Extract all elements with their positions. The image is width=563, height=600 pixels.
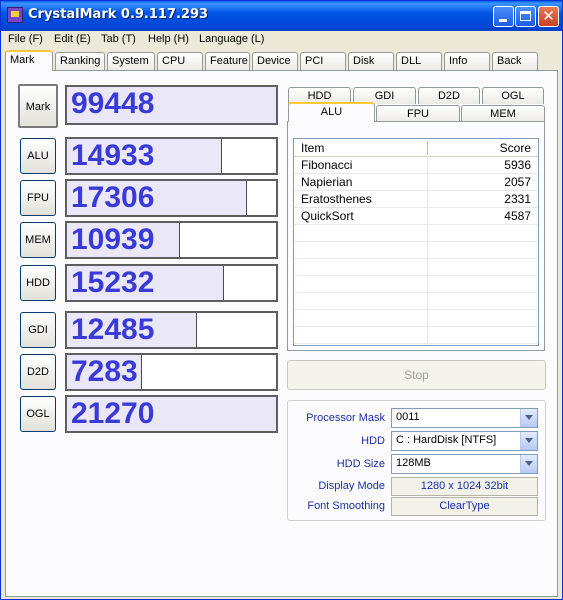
column-header-item[interactable]: Item (301, 141, 324, 155)
mem-score-value: 10939 (71, 223, 155, 256)
row-score: 5936 (504, 158, 531, 172)
tab-pci[interactable]: PCI (300, 52, 346, 70)
maximize-button[interactable] (515, 6, 536, 27)
empty-row (294, 276, 538, 293)
subtab-d2d[interactable]: D2D (418, 87, 480, 104)
hdd-score-value: 15232 (71, 266, 155, 299)
hdd-size-label: HDD Size (336, 458, 385, 470)
hdd-score-box: 15232 (65, 264, 278, 302)
row-score: 4587 (504, 209, 531, 223)
row-item: QuickSort (301, 209, 354, 223)
dropdown-arrow-icon[interactable] (520, 432, 537, 450)
alu-score-box: 14933 (65, 137, 278, 175)
tab-cpu[interactable]: CPU (157, 52, 203, 70)
menu-help[interactable]: Help (H) (148, 33, 189, 45)
subtab-alu[interactable]: ALU (288, 102, 375, 122)
tab-dll[interactable]: DLL (396, 52, 442, 70)
tab-system[interactable]: System (107, 52, 155, 70)
row-score: 2057 (504, 175, 531, 189)
minimize-icon (499, 19, 507, 22)
tab-disk[interactable]: Disk (348, 52, 394, 70)
list-row[interactable]: Eratosthenes 2331 (294, 191, 538, 208)
gdi-score-value: 12485 (71, 313, 155, 346)
ogl-button[interactable]: OGL (20, 396, 56, 432)
font-smoothing-label: Font Smoothing (307, 500, 385, 512)
minimize-button[interactable] (493, 6, 514, 27)
ogl-score-value: 21270 (71, 397, 155, 430)
empty-row (294, 293, 538, 310)
hdd-label: HDD (361, 435, 385, 447)
tab-feature[interactable]: Feature (205, 52, 250, 70)
subtab-ogl[interactable]: OGL (482, 87, 544, 104)
menu-language[interactable]: Language (L) (199, 33, 264, 45)
menu-file[interactable]: File (F) (8, 33, 43, 45)
main-tab-strip: Mark Ranking System CPU Feature Device P… (3, 50, 562, 71)
ogl-score-box: 21270 (65, 395, 278, 433)
column-divider[interactable] (427, 141, 428, 155)
menu-tab[interactable]: Tab (T) (101, 33, 136, 45)
d2d-button[interactable]: D2D (20, 354, 56, 390)
display-mode-value: 1280 x 1024 32bit (391, 477, 538, 496)
maximize-icon (520, 11, 531, 21)
empty-row (294, 225, 538, 242)
row-score: 2331 (504, 192, 531, 206)
mark-score-value: 99448 (71, 87, 155, 120)
display-mode-label: Display Mode (318, 480, 385, 492)
gdi-score-box: 12485 (65, 311, 278, 349)
processor-mask-select[interactable]: 0011 (391, 408, 538, 428)
fpu-score-box: 17306 (65, 179, 278, 217)
list-header: Item Score (294, 139, 538, 157)
menu-bar: File (F) Edit (E) Tab (T) Help (H) Langu… (1, 31, 562, 49)
hdd-value: C : HardDisk [NTFS] (396, 434, 497, 446)
hdd-size-value: 128MB (396, 457, 431, 469)
fpu-button[interactable]: FPU (20, 180, 56, 216)
tab-back[interactable]: Back (492, 52, 538, 70)
alu-score-value: 14933 (71, 139, 155, 172)
tab-mark[interactable]: Mark (5, 50, 53, 71)
row-item: Fibonacci (301, 158, 353, 172)
empty-row (294, 327, 538, 344)
mem-button[interactable]: MEM (20, 222, 56, 258)
mark-score-box: 99448 (65, 85, 278, 125)
tab-ranking[interactable]: Ranking (55, 52, 105, 70)
title-bar[interactable]: CrystalMark 0.9.117.293 ✕ (1, 1, 562, 31)
list-row[interactable]: Fibonacci 5936 (294, 157, 538, 174)
results-list[interactable]: Item Score Fibonacci 5936 Napierian 2057… (293, 138, 539, 346)
subtab-mem[interactable]: MEM (461, 105, 545, 122)
close-button[interactable]: ✕ (538, 6, 559, 27)
list-row[interactable]: QuickSort 4587 (294, 208, 538, 225)
empty-row (294, 259, 538, 276)
stop-button[interactable]: Stop (287, 360, 546, 390)
hdd-select[interactable]: C : HardDisk [NTFS] (391, 431, 538, 451)
column-header-score[interactable]: Score (500, 141, 531, 155)
window-title: CrystalMark 0.9.117.293 (28, 7, 209, 22)
row-item: Eratosthenes (301, 192, 372, 206)
crystalmark-app-icon[interactable] (7, 7, 23, 23)
app-window: CrystalMark 0.9.117.293 ✕ File (F) Edit … (0, 0, 563, 600)
close-icon: ✕ (542, 7, 555, 25)
mem-score-box: 10939 (65, 221, 278, 259)
gdi-button[interactable]: GDI (20, 312, 56, 348)
hdd-button[interactable]: HDD (20, 265, 56, 301)
d2d-score-value: 7283 (71, 355, 138, 388)
d2d-score-box: 7283 (65, 353, 278, 391)
dropdown-arrow-icon[interactable] (520, 455, 537, 473)
menu-edit[interactable]: Edit (E) (54, 33, 91, 45)
mark-button[interactable]: Mark (18, 84, 58, 128)
font-smoothing-value: ClearType (391, 497, 538, 516)
list-row[interactable]: Napierian 2057 (294, 174, 538, 191)
dropdown-arrow-icon[interactable] (520, 409, 537, 427)
fpu-score-value: 17306 (71, 181, 155, 214)
empty-row (294, 310, 538, 327)
tab-device[interactable]: Device (252, 52, 298, 70)
row-item: Napierian (301, 175, 353, 189)
processor-mask-value: 0011 (396, 411, 420, 423)
empty-row (294, 242, 538, 259)
hdd-size-select[interactable]: 128MB (391, 454, 538, 474)
tab-info[interactable]: Info (444, 52, 490, 70)
subtab-fpu[interactable]: FPU (376, 105, 460, 122)
alu-button[interactable]: ALU (20, 138, 56, 174)
processor-mask-label: Processor Mask (306, 412, 385, 424)
